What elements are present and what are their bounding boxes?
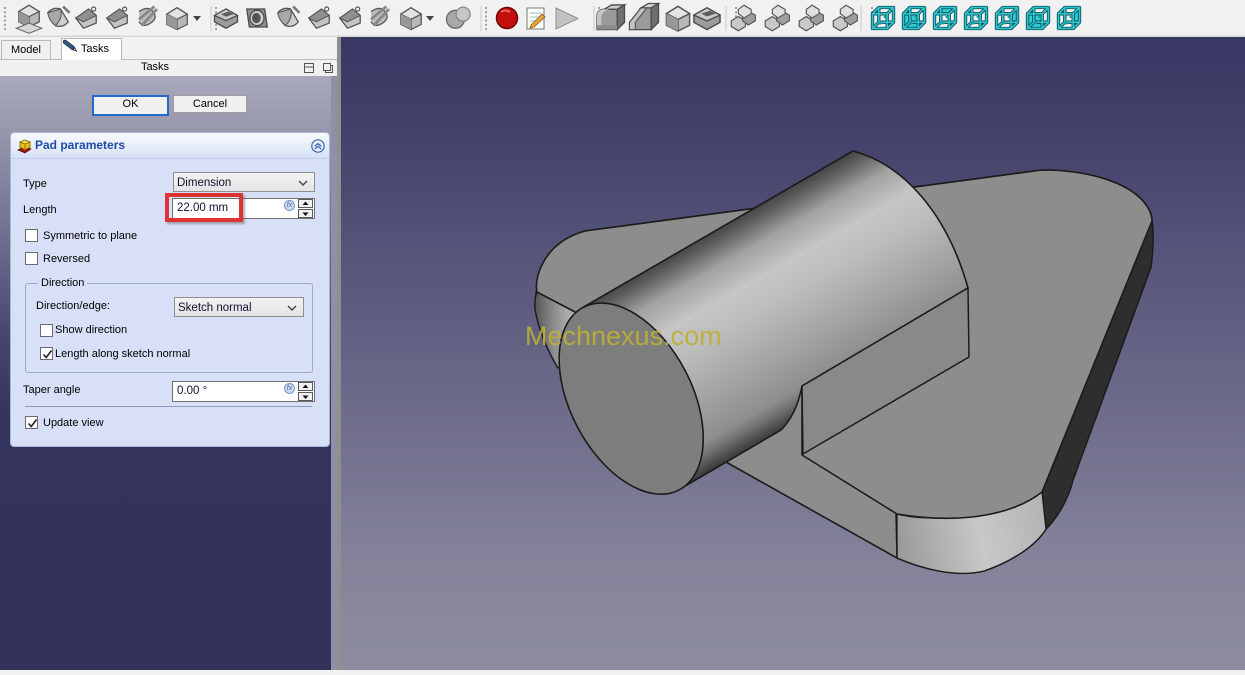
svg-text:Mechnexus.com: Mechnexus.com — [525, 321, 722, 351]
